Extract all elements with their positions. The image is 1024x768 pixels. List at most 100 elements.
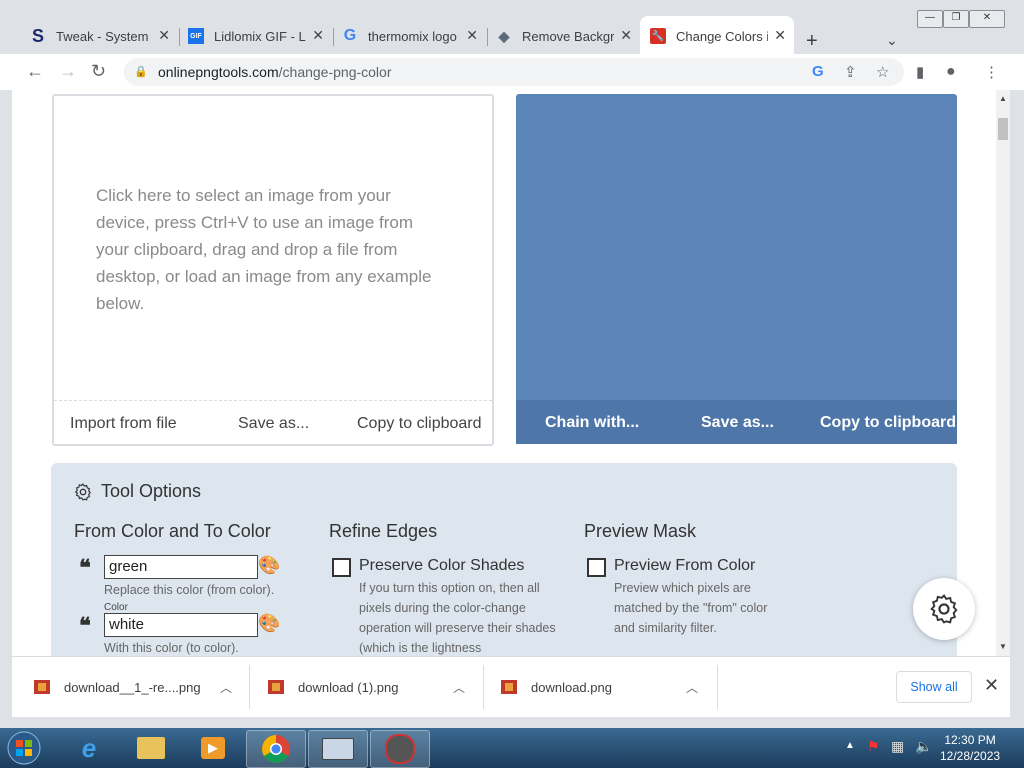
- show-all-button[interactable]: Show all: [896, 671, 972, 703]
- show-hidden-icons-icon[interactable]: ▲: [845, 740, 855, 751]
- share-icon[interactable]: ⇪: [844, 63, 857, 81]
- lock-icon: 🔒: [134, 66, 148, 78]
- from-color-input[interactable]: green: [104, 555, 258, 579]
- bookmark-star-icon[interactable]: ☆: [876, 63, 889, 81]
- app-taskbar-button[interactable]: [370, 730, 430, 768]
- media-player-taskbar-button[interactable]: ▶: [184, 730, 242, 766]
- minimize-icon[interactable]: —: [917, 10, 943, 28]
- google-translate-icon[interactable]: G: [812, 63, 824, 80]
- menu-kebab-icon[interactable]: ⋮: [984, 63, 999, 81]
- save-as-button[interactable]: Save as...: [238, 415, 309, 433]
- upload-prompt[interactable]: Click here to select an image from your …: [96, 182, 446, 317]
- network-icon[interactable]: ▦: [891, 738, 904, 755]
- colors-section-title: From Color and To Color: [74, 521, 271, 541]
- tab-title: Tweak - System T: [56, 28, 148, 44]
- close-icon[interactable]: ✕: [312, 27, 324, 44]
- output-copy-to-clipboard-button[interactable]: Copy to clipboard: [820, 414, 956, 432]
- tool-options-title: Tool Options: [101, 481, 202, 501]
- download-filename: download__1_-re....png: [64, 679, 201, 695]
- output-image-panel: Chain with... Save as... Copy to clipboa…: [516, 94, 957, 444]
- tool-options-header: Tool Options: [73, 481, 201, 502]
- gif-favicon-icon: GIF: [188, 28, 204, 44]
- app-icon: [385, 734, 415, 764]
- to-color-input[interactable]: white: [104, 613, 258, 637]
- close-window-icon[interactable]: ✕: [969, 10, 1005, 28]
- copy-to-clipboard-button[interactable]: Copy to clipboard: [357, 415, 482, 433]
- download-bar: download__1_-re....png ︿ download (1).pn…: [12, 656, 1010, 717]
- back-arrow-icon[interactable]: ←: [26, 61, 44, 82]
- close-icon[interactable]: ✕: [466, 27, 478, 44]
- download-divider: [249, 665, 250, 709]
- address-bar[interactable]: 🔒 onlinepngtools.com/change-png-color: [124, 58, 904, 86]
- url-text: onlinepngtools.com/change-png-color: [158, 64, 392, 80]
- profile-avatar-icon[interactable]: ●: [946, 63, 956, 81]
- media-player-icon: ▶: [201, 737, 225, 759]
- input-image-panel[interactable]: Click here to select an image from your …: [52, 94, 494, 446]
- chain-with-button[interactable]: Chain with...: [545, 414, 639, 432]
- preserve-color-shades-label[interactable]: Preserve Color Shades: [359, 557, 524, 575]
- url-path: /change-png-color: [278, 64, 392, 80]
- preserve-color-shades-checkbox[interactable]: [332, 558, 351, 577]
- download-item[interactable]: download.png: [501, 657, 612, 717]
- png-file-icon: [501, 680, 517, 694]
- download-item[interactable]: download__1_-re....png: [34, 657, 201, 717]
- tab-strip: S Tweak - System T ✕ GIF Lidlomix GIF - …: [0, 8, 1024, 56]
- scrollbar-thumb[interactable]: [998, 118, 1008, 140]
- palette-icon[interactable]: 🎨: [258, 613, 280, 634]
- url-domain: onlinepngtools.com: [158, 64, 279, 80]
- forward-arrow-icon[interactable]: →: [59, 61, 77, 82]
- quote-icon: ❝: [79, 613, 91, 638]
- onscreen-keyboard-taskbar-button[interactable]: [308, 730, 368, 768]
- gear-icon: [930, 594, 958, 624]
- tab-search-chevron-icon[interactable]: ⌄: [886, 32, 898, 49]
- folder-icon: [137, 737, 165, 759]
- chevron-up-icon[interactable]: ︿: [220, 679, 232, 696]
- close-icon[interactable]: ✕: [984, 675, 999, 696]
- new-tab-button[interactable]: +: [806, 30, 818, 53]
- close-icon[interactable]: ✕: [774, 27, 786, 44]
- import-from-file-button[interactable]: Import from file: [70, 415, 177, 433]
- chrome-icon: [262, 735, 290, 763]
- file-explorer-taskbar-button[interactable]: [122, 730, 180, 766]
- internet-explorer-taskbar-button[interactable]: e: [60, 730, 118, 766]
- settings-fab-button[interactable]: [913, 578, 975, 640]
- download-divider: [717, 665, 718, 709]
- clock-time: 12:30 PM: [944, 733, 996, 747]
- chevron-up-icon[interactable]: ︿: [686, 679, 698, 696]
- tab-change-colors[interactable]: 🔧 Change Colors in ✕: [640, 16, 794, 56]
- download-divider: [483, 665, 484, 709]
- scroll-up-icon[interactable]: ▲: [999, 94, 1007, 103]
- close-icon[interactable]: ✕: [620, 27, 632, 44]
- system-clock[interactable]: 12:30 PM 12/28/2023: [940, 732, 1000, 764]
- start-button[interactable]: [0, 730, 48, 766]
- chevron-up-icon[interactable]: ︿: [453, 679, 465, 696]
- close-icon[interactable]: ✕: [158, 27, 170, 44]
- tab-lidlomix[interactable]: GIF Lidlomix GIF - Lid ✕: [178, 16, 332, 56]
- side-panel-icon[interactable]: ▮: [916, 63, 924, 81]
- to-color-hint: With this color (to color).: [104, 641, 239, 655]
- png-file-icon: [268, 680, 284, 694]
- preview-from-color-description: Preview which pixels are matched by the …: [614, 581, 768, 635]
- tab-tweak[interactable]: S Tweak - System T ✕: [20, 16, 178, 56]
- preview-from-color-checkbox[interactable]: [587, 558, 606, 577]
- chrome-taskbar-button[interactable]: [246, 730, 306, 768]
- output-save-as-button[interactable]: Save as...: [701, 414, 774, 432]
- tab-remove-background[interactable]: ◆ Remove Backgro ✕: [486, 16, 640, 56]
- action-center-flag-icon[interactable]: ⚑: [867, 738, 880, 755]
- preserve-color-shades-description: If you turn this option on, then all pix…: [359, 581, 556, 655]
- quote-icon: ❝: [79, 555, 91, 580]
- scroll-down-icon[interactable]: ▼: [999, 642, 1007, 651]
- tool-options-panel: Tool Options From Color and To Color ❝ g…: [51, 463, 957, 656]
- download-item[interactable]: download (1).png: [268, 657, 398, 717]
- output-panel-footer: Chain with... Save as... Copy to clipboa…: [516, 400, 957, 444]
- tab-title: Change Colors in: [676, 28, 768, 44]
- google-favicon-icon: G: [343, 27, 357, 44]
- tab-thermomix[interactable]: G thermomix logo ✕: [332, 16, 486, 56]
- volume-muted-icon[interactable]: 🔈: [915, 738, 932, 755]
- maximize-icon[interactable]: ❐: [943, 10, 969, 28]
- tweak-favicon-icon: S: [31, 25, 44, 46]
- reload-icon[interactable]: ↻: [91, 61, 106, 82]
- palette-icon[interactable]: 🎨: [258, 555, 280, 576]
- page-scrollbar[interactable]: ▲ ▼: [996, 90, 1010, 656]
- preview-from-color-label[interactable]: Preview From Color: [614, 557, 755, 575]
